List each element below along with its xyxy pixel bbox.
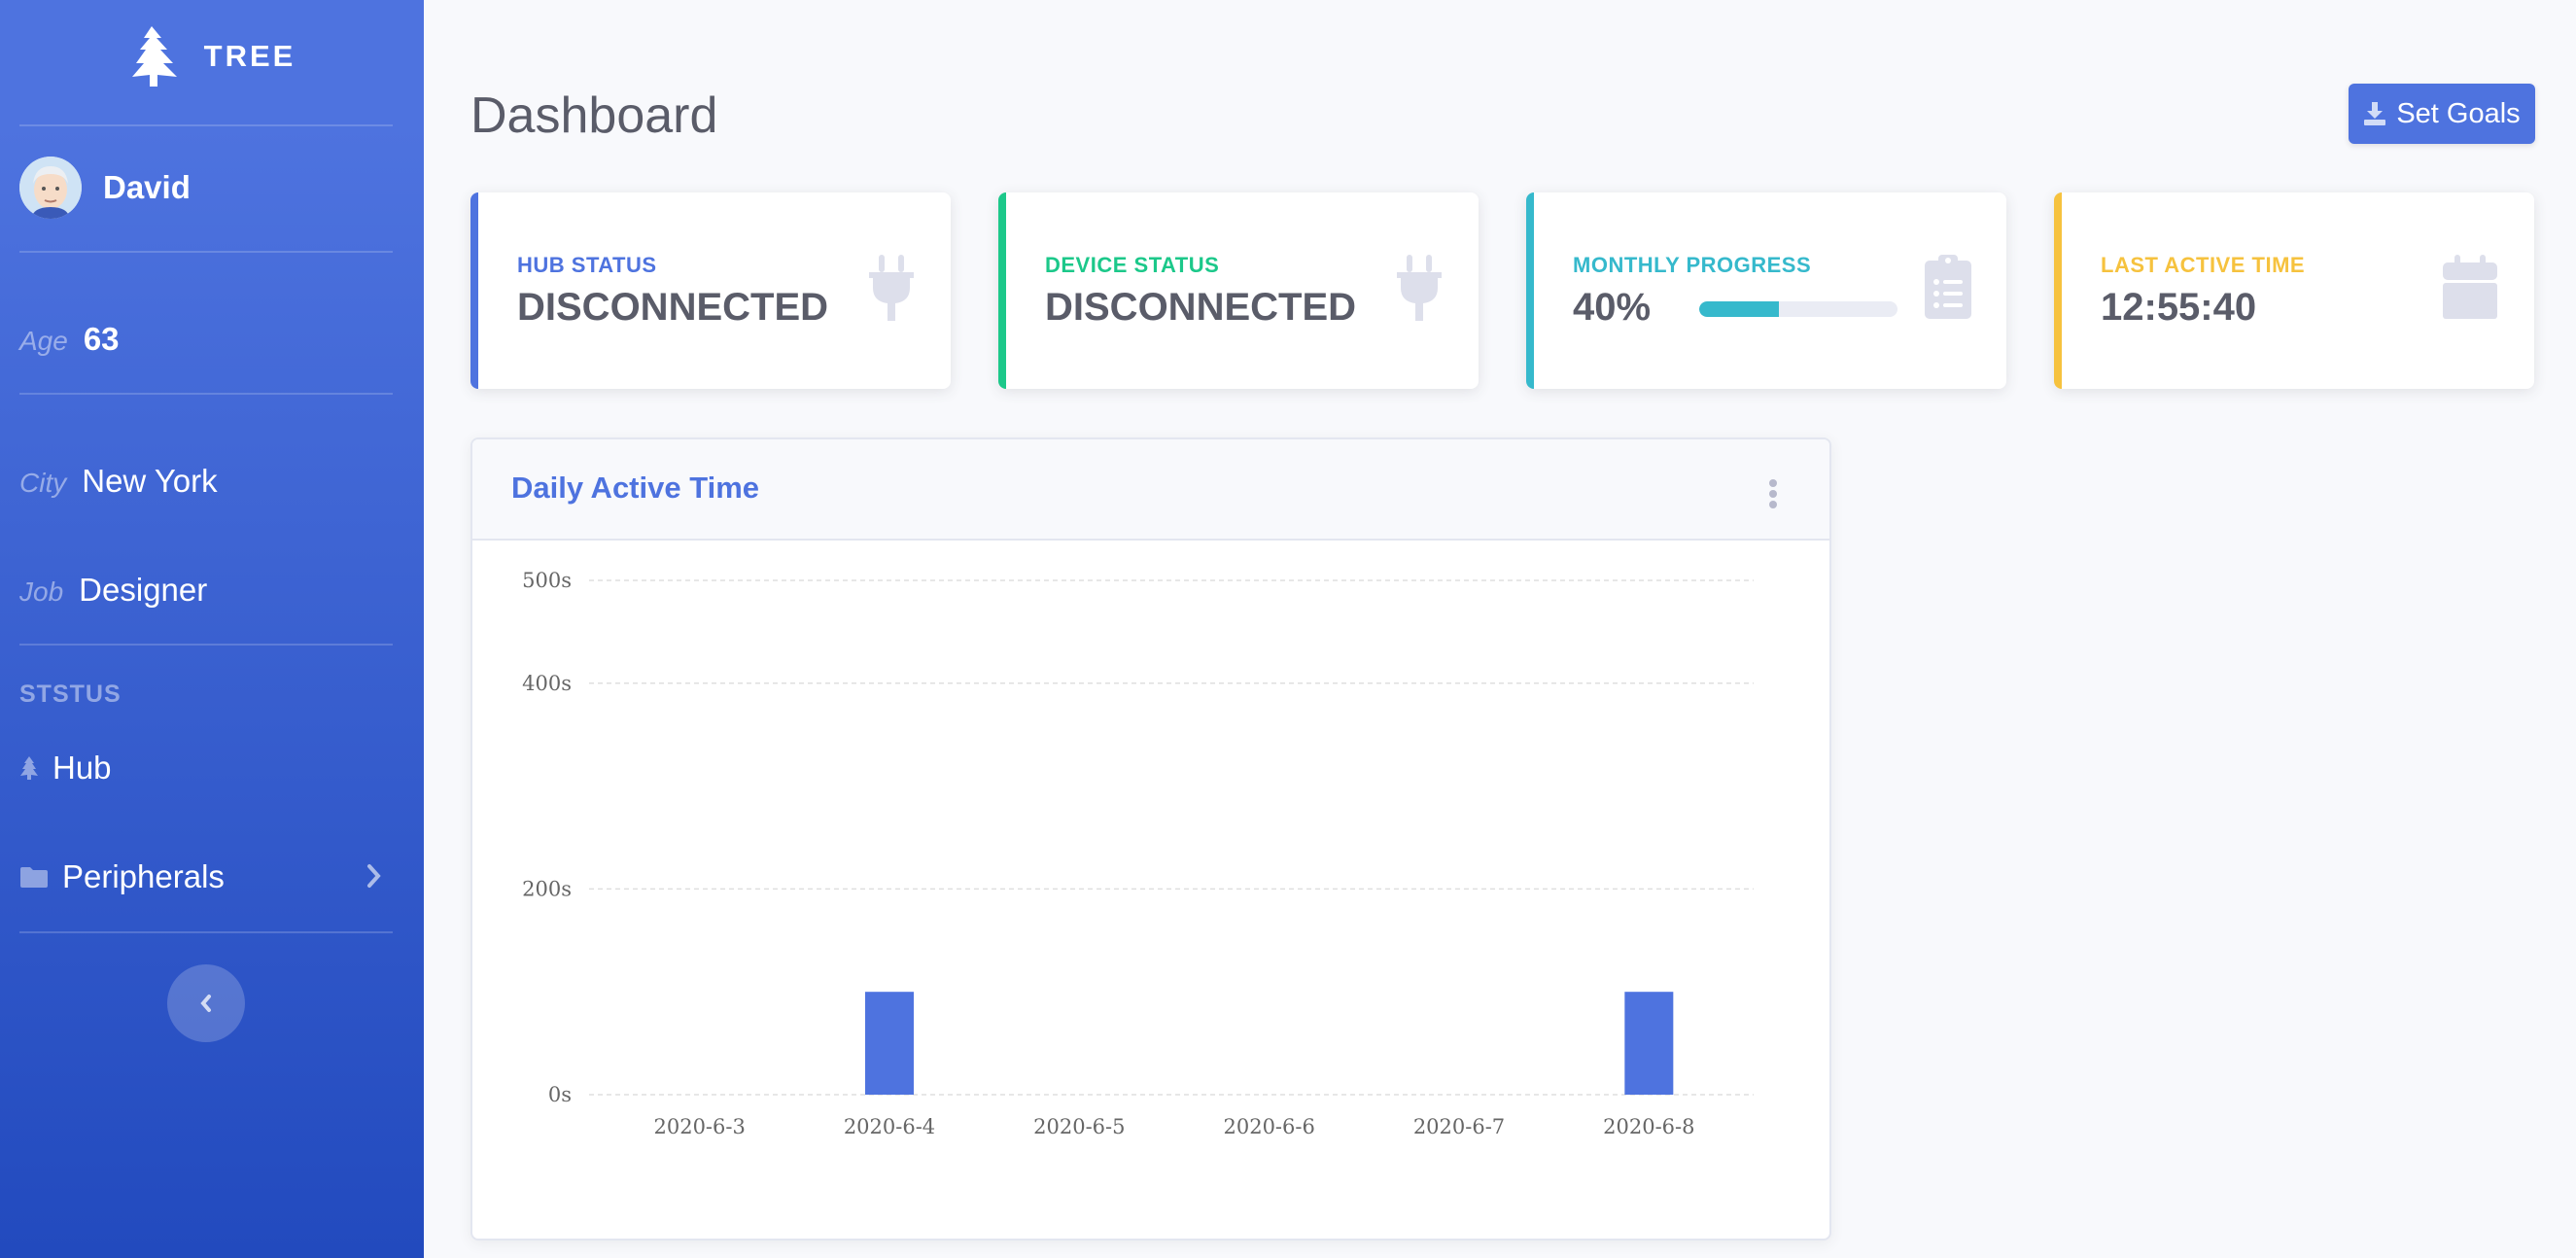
sidebar-divider — [19, 251, 393, 253]
last-active-time-card: LAST ACTIVE TIME 12:55:40 — [2054, 192, 2534, 389]
x-tick-label: 2020-6-7 — [1413, 1115, 1505, 1138]
chevron-right-icon — [367, 864, 381, 888]
progress-fill — [1699, 301, 1779, 317]
bar-chart: 0s 200s 400s 500s 2020-6-3 2020-6-4 2020-6-5 20… — [522, 569, 1754, 1138]
sidebar-divider — [19, 393, 393, 395]
sidebar-divider — [19, 931, 393, 933]
user-profile: David — [19, 156, 191, 220]
plug-icon — [869, 255, 914, 321]
tree-icon — [20, 756, 38, 780]
more-options-icon[interactable] — [1767, 478, 1779, 509]
daily-active-time-card: Daily Active Time 0s 200s 400s 500s 2020-6-3… — [470, 437, 1831, 1241]
sidebar-item-label: Hub — [52, 750, 112, 786]
x-tick-label: 2020-6-5 — [1033, 1115, 1125, 1138]
y-tick-label: 0s — [548, 1083, 572, 1106]
hub-status-label: HUB STATUS — [517, 253, 657, 277]
last-active-time-label: LAST ACTIVE TIME — [2101, 253, 2306, 277]
device-status-value: DISCONNECTED — [1045, 286, 1357, 329]
x-tick-label: 2020-6-8 — [1603, 1115, 1694, 1138]
x-tick-label: 2020-6-3 — [653, 1115, 745, 1138]
age-row: Age 63 — [19, 321, 120, 358]
monthly-progress-value: 40% — [1573, 286, 1652, 329]
bar[interactable] — [1624, 992, 1674, 1095]
set-goals-button[interactable]: Set Goals — [2349, 84, 2535, 144]
y-tick-label: 500s — [522, 569, 572, 592]
job-value: Designer — [79, 572, 208, 608]
avatar — [19, 157, 82, 219]
city-label: City — [19, 468, 67, 498]
monthly-progress-card: MONTHLY PROGRESS 40% — [1526, 192, 2006, 389]
city-row: City New York — [19, 463, 218, 500]
age-value: 63 — [83, 321, 120, 357]
sidebar-item-label: Peripherals — [62, 858, 225, 894]
y-tick-label: 400s — [522, 672, 572, 695]
hub-status-value: DISCONNECTED — [517, 286, 829, 329]
sidebar-item-hub[interactable]: Hub — [19, 739, 393, 797]
monthly-progress-label: MONTHLY PROGRESS — [1573, 253, 1812, 277]
sidebar: TREE David Age 63 City New York Job Desi… — [0, 0, 424, 1258]
page-title: Dashboard — [470, 87, 718, 144]
x-tick-label: 2020-6-6 — [1223, 1115, 1314, 1138]
sidebar-section-heading: STSTUS — [19, 681, 122, 708]
hub-status-card: HUB STATUS DISCONNECTED — [470, 192, 951, 389]
sidebar-divider — [19, 644, 393, 646]
last-active-time-value: 12:55:40 — [2101, 286, 2257, 329]
plug-icon — [1397, 255, 1442, 321]
chevron-left-icon — [200, 995, 211, 1012]
device-status-card: DEVICE STATUS DISCONNECTED — [998, 192, 1479, 389]
age-label: Age — [19, 326, 68, 356]
chart-card-header: Daily Active Time — [472, 439, 1829, 541]
folder-icon — [20, 867, 48, 888]
tree-logo-icon — [131, 26, 177, 87]
city-value: New York — [82, 463, 218, 499]
download-icon — [2364, 102, 2386, 125]
set-goals-label: Set Goals — [2396, 97, 2521, 129]
sidebar-divider — [19, 124, 393, 126]
sidebar-brand[interactable]: TREE — [0, 0, 424, 113]
job-row: Job Designer — [19, 572, 207, 609]
x-tick-label: 2020-6-4 — [844, 1115, 935, 1138]
sidebar-toggle-button[interactable] — [167, 964, 245, 1042]
calendar-icon — [2443, 255, 2497, 319]
sidebar-item-peripherals[interactable]: Peripherals — [19, 848, 393, 906]
device-status-label: DEVICE STATUS — [1045, 253, 1220, 277]
y-tick-label: 200s — [522, 877, 572, 900]
brand-name: TREE — [203, 39, 296, 73]
job-label: Job — [19, 577, 64, 607]
bar[interactable] — [865, 992, 914, 1095]
clipboard-list-icon — [1925, 255, 1971, 319]
chart-title: Daily Active Time — [511, 471, 760, 505]
progress-bar — [1699, 301, 1897, 317]
user-name: David — [103, 169, 191, 205]
